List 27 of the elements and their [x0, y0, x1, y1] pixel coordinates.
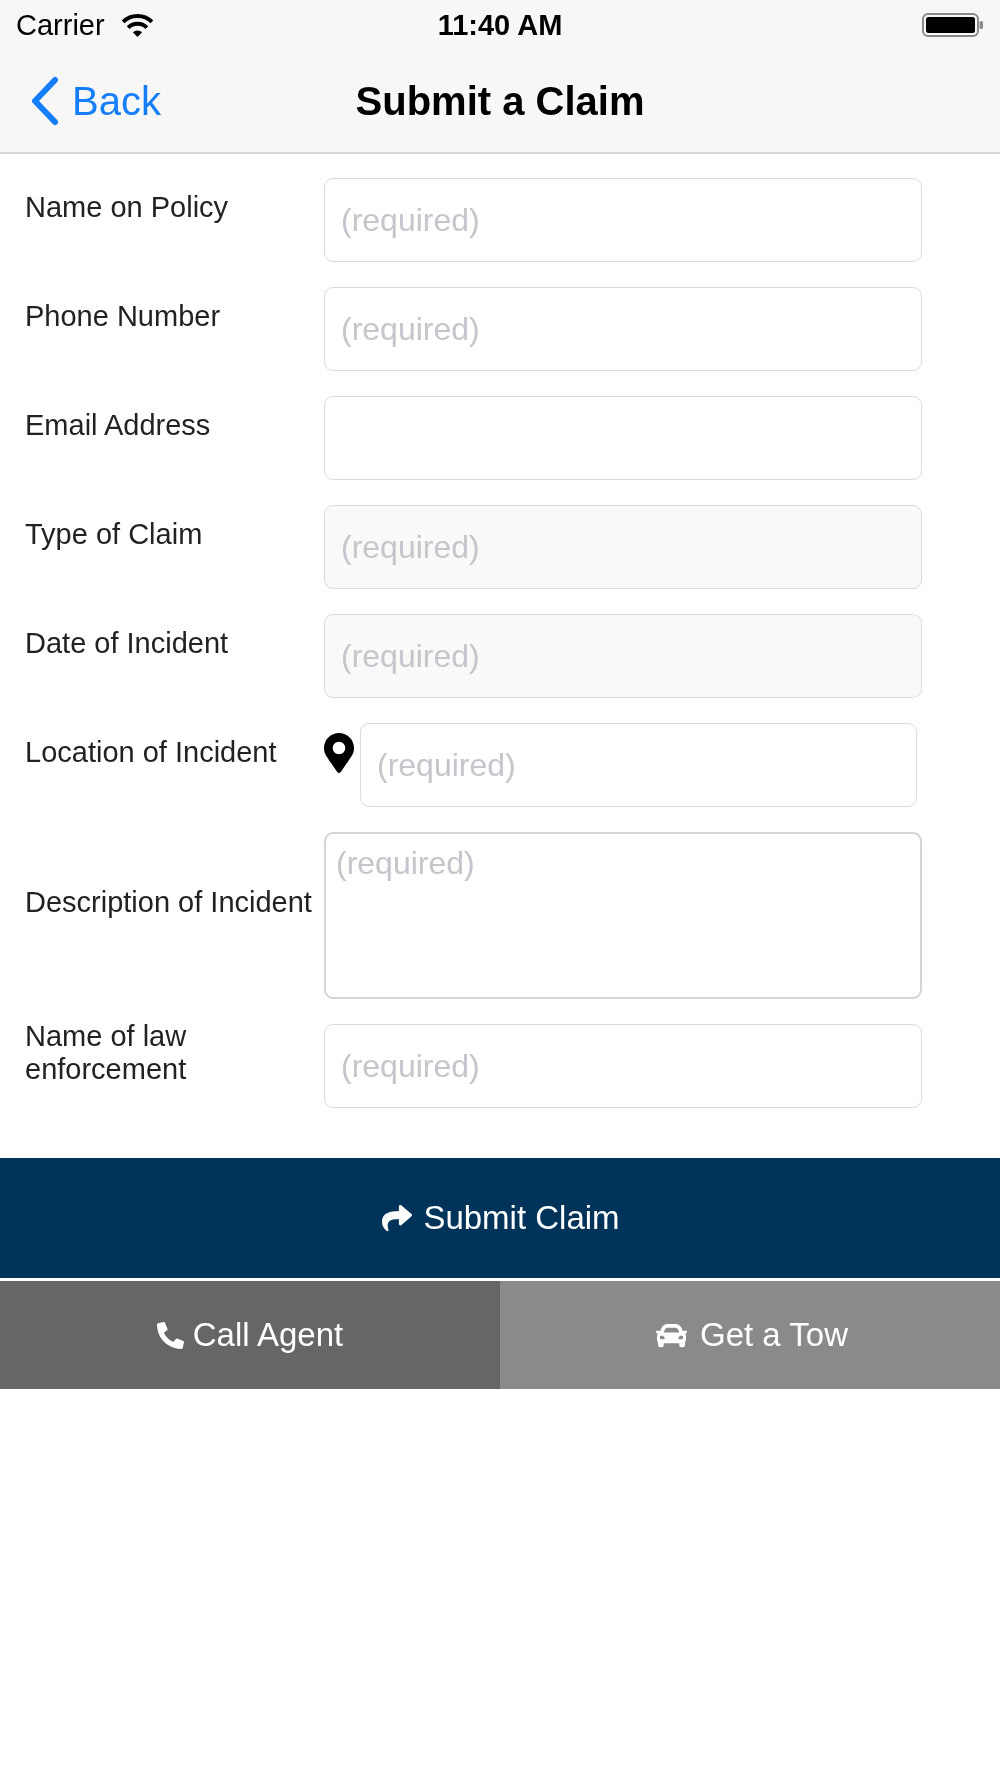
call-agent-button[interactable]: Call Agent	[0, 1281, 500, 1389]
field-label: Name on Policy	[25, 190, 230, 225]
field-label: Location of Incident	[25, 735, 278, 770]
share-arrow-icon	[380, 1203, 415, 1233]
field-label: Type of Claim	[25, 517, 204, 552]
field-label: Date of Incident	[25, 626, 230, 661]
tow-button[interactable]: Get a Tow	[500, 1281, 1000, 1389]
map-pin-icon[interactable]	[324, 730, 354, 776]
wifi-icon	[119, 12, 155, 38]
field-label: Email Address	[25, 408, 212, 443]
phone-icon	[156, 1321, 184, 1349]
carrier-label: Carrier	[16, 8, 105, 42]
back-chevron-icon	[30, 76, 60, 126]
field-label: Description of Incident	[25, 886, 313, 920]
input-field[interactable]	[324, 396, 922, 480]
clock-time: 11:40 AM	[437, 8, 563, 42]
screen-title: Submit a Claim	[355, 78, 645, 125]
description-field[interactable]: (required)	[324, 832, 922, 999]
back-button[interactable]: Back	[30, 76, 161, 126]
field-label: Phone Number	[25, 299, 222, 334]
field-label: Name of law enforcement	[25, 1020, 188, 1087]
input-field[interactable]: (required)	[324, 178, 922, 262]
input-field[interactable]: (required)	[324, 287, 922, 371]
submit-claim-button[interactable]: Submit Claim	[0, 1158, 1000, 1278]
battery-icon	[922, 13, 984, 37]
input-field[interactable]: (required)	[360, 723, 917, 807]
input-field[interactable]: (required)	[324, 1024, 922, 1108]
